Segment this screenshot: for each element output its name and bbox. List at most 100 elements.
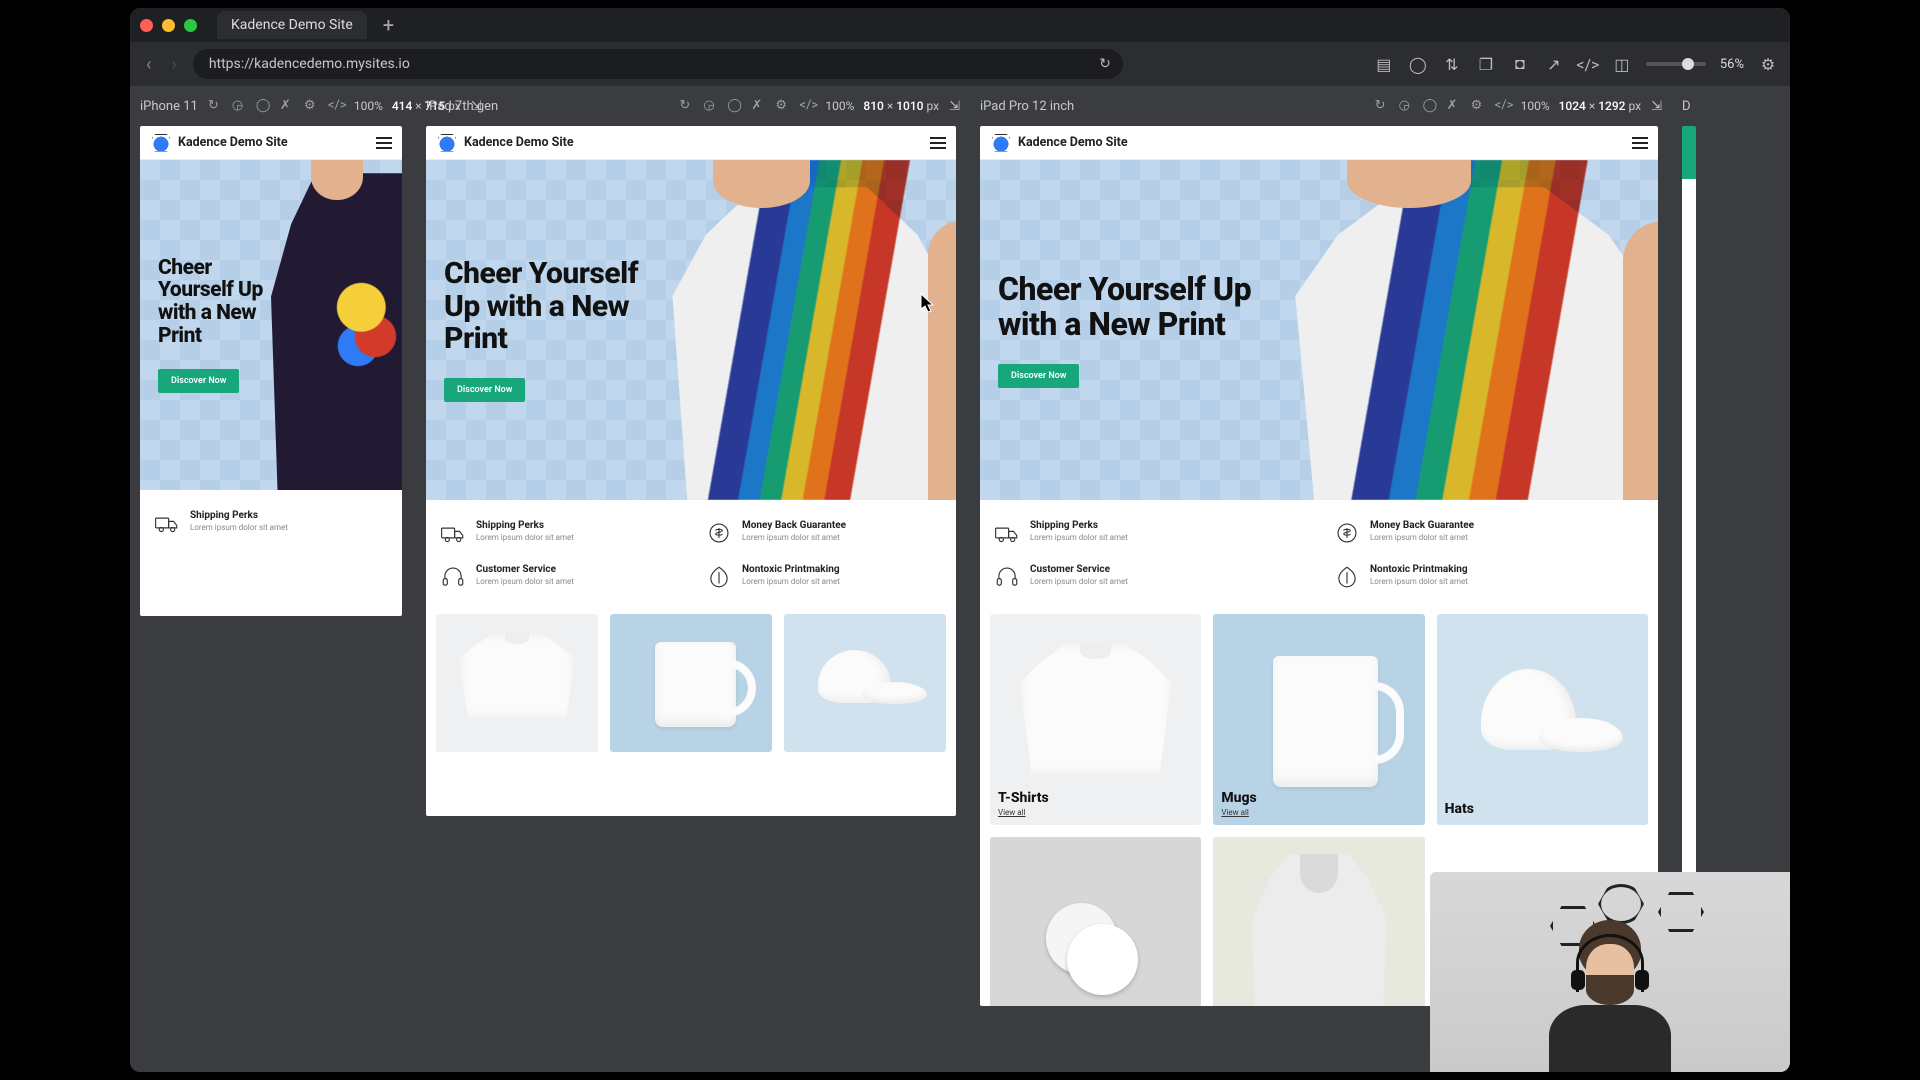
device-toolbar: iPad 7th gen ↻ ◶ ◯ ✗ ⚙ </> 100% 810 × 10… [416, 86, 970, 126]
device-tools: ↻ ◶ ◯ ✗ ⚙ </> [679, 98, 815, 114]
view-all-link[interactable]: View all [998, 808, 1193, 817]
category-card[interactable] [784, 614, 946, 752]
tune-icon[interactable]: ⚙ [1471, 98, 1487, 114]
crop-icon[interactable]: ✗ [280, 98, 296, 114]
sync-icon[interactable]: ⇅ [1442, 54, 1462, 74]
category-card[interactable] [610, 614, 772, 752]
feature-subtitle: Lorem ipsum dolor sit amet [190, 523, 288, 532]
devtools-icon[interactable]: </> [799, 98, 815, 114]
layers-icon[interactable]: ❐ [1476, 54, 1496, 74]
tab-title: Kadence Demo Site [231, 17, 353, 33]
menu-button[interactable] [930, 137, 946, 149]
leaf-icon [1334, 564, 1360, 590]
hero-section: Cheer Yourself Up with a New Print Disco… [426, 160, 956, 500]
device-tools: ↻ ◶ ◯ ✗ ⚙ </> [208, 98, 344, 114]
toolbar-icons: ▤ ◯ ⇅ ❐ ◘ ↗ </> ◫ 56% ⚙ [1374, 54, 1778, 74]
device-name[interactable]: iPad Pro 12 inch [980, 99, 1074, 114]
feature-title: Money Back Guarantee [742, 520, 846, 531]
devtools-icon[interactable]: </> [328, 98, 344, 114]
mug-mockup-icon [655, 642, 736, 727]
feature-item: Shipping Perks Lorem ipsum dolor sit ame… [154, 504, 388, 542]
devtools-icon[interactable]: </> [1495, 98, 1511, 114]
feature-title: Shipping Perks [1030, 520, 1128, 531]
site-logo[interactable]: Kadence Demo Site [436, 132, 574, 154]
rotate-icon[interactable]: ↻ [679, 98, 695, 114]
screenshot-icon[interactable]: ◶ [703, 98, 719, 114]
zoom-label: 56% [1720, 57, 1744, 72]
device-tools: ↻ ◶ ◯ ✗ ⚙ </> [1375, 98, 1511, 114]
back-button[interactable]: ‹ [142, 54, 155, 75]
site-logo[interactable]: Kadence Demo Site [990, 132, 1128, 154]
camera-icon[interactable]: ◘ [1510, 54, 1530, 74]
site-name: Kadence Demo Site [464, 135, 574, 150]
image-icon[interactable]: ◯ [727, 98, 743, 114]
feature-subtitle: Lorem ipsum dolor sit amet [1370, 577, 1468, 586]
feature-item: Nontoxic Printmaking Lorem ipsum dolor s… [1334, 558, 1644, 596]
feature-subtitle: Lorem ipsum dolor sit amet [742, 577, 840, 586]
feature-subtitle: Lorem ipsum dolor sit amet [1370, 533, 1474, 542]
category-card[interactable] [1213, 837, 1424, 1006]
category-title: T-Shirts [998, 790, 1193, 806]
tune-icon[interactable]: ⚙ [775, 98, 791, 114]
screenshot-icon[interactable]: ◶ [232, 98, 248, 114]
expand-icon[interactable]: ⇲ [949, 99, 960, 114]
category-title: Mugs [1221, 790, 1416, 806]
feature-item: Shipping Perks Lorem ipsum dolor sit ame… [994, 514, 1304, 552]
device-name[interactable]: D [1682, 99, 1691, 114]
discover-now-button[interactable]: Discover Now [158, 369, 239, 393]
category-card[interactable] [990, 837, 1201, 1006]
image-icon[interactable]: ◯ [256, 98, 272, 114]
crop-icon[interactable]: ✗ [1447, 98, 1463, 114]
features-section: Shipping Perks Lorem ipsum dolor sit ame… [980, 500, 1658, 604]
viewport-ipad-7th-gen[interactable]: Kadence Demo Site Cheer Yourself Up with… [426, 126, 956, 816]
code-icon[interactable]: </> [1578, 54, 1598, 74]
responsive-icon[interactable]: ▤ [1374, 54, 1394, 74]
expand-icon[interactable]: ⇲ [1651, 99, 1662, 114]
site-logo[interactable]: Kadence Demo Site [150, 132, 288, 154]
browser-tab[interactable]: Kadence Demo Site [217, 11, 367, 39]
minimize-icon[interactable] [162, 19, 175, 32]
close-icon[interactable] [140, 19, 153, 32]
address-field[interactable]: https://kadencedemo.mysites.io ↻ [193, 49, 1123, 79]
category-card-mugs[interactable]: Mugs View all [1213, 614, 1424, 825]
maximize-icon[interactable] [184, 19, 197, 32]
share-icon[interactable]: ↗ [1544, 54, 1564, 74]
image-icon[interactable]: ◯ [1423, 98, 1439, 114]
rotate-icon[interactable]: ↻ [1375, 98, 1391, 114]
tune-icon[interactable]: ⚙ [304, 98, 320, 114]
logo-icon [436, 132, 458, 154]
settings-icon[interactable]: ⚙ [1758, 54, 1778, 74]
device-name[interactable]: iPad 7th gen [426, 99, 498, 114]
device-dimensions: 100% 1024 × 1292 px [1521, 99, 1641, 113]
new-tab-button[interactable]: + [377, 13, 400, 37]
menu-button[interactable] [1632, 137, 1648, 149]
panel-icon[interactable]: ◫ [1612, 54, 1632, 74]
rotate-icon[interactable]: ↻ [208, 98, 224, 114]
discover-now-button[interactable]: Discover Now [444, 378, 525, 402]
forward-button[interactable]: › [167, 54, 180, 75]
category-card[interactable] [436, 614, 598, 752]
category-card-hats[interactable]: Hats [1437, 614, 1648, 825]
category-card-tshirts[interactable]: T-Shirts View all [990, 614, 1201, 825]
crop-icon[interactable]: ✗ [751, 98, 767, 114]
refund-icon [706, 520, 732, 546]
filter-icon[interactable]: ◯ [1408, 54, 1428, 74]
browser-window: Kadence Demo Site + ‹ › https://kadenced… [130, 8, 1790, 1072]
discover-now-button[interactable]: Discover Now [998, 364, 1079, 388]
hat-mockup-icon [800, 650, 930, 716]
mug-mockup-icon [1273, 656, 1379, 787]
viewport-iphone-11[interactable]: Kadence Demo Site Cheer Yourself Up with… [140, 126, 402, 616]
device-toolbar: D [1672, 86, 1790, 126]
feature-title: Nontoxic Printmaking [742, 564, 840, 575]
feature-item: Nontoxic Printmaking Lorem ipsum dolor s… [706, 558, 942, 596]
reload-icon[interactable]: ↻ [1099, 56, 1111, 72]
menu-button[interactable] [376, 137, 392, 149]
tshirt-mockup-icon [459, 633, 576, 718]
zoom-slider[interactable] [1646, 62, 1706, 66]
device-dimensions: 100% 810 × 1010 px [825, 99, 939, 113]
screenshot-icon[interactable]: ◶ [1399, 98, 1415, 114]
view-all-link[interactable]: View all [1221, 808, 1416, 817]
site-header: Kadence Demo Site [140, 126, 402, 160]
feature-item: Money Back Guarantee Lorem ipsum dolor s… [1334, 514, 1644, 552]
device-name[interactable]: iPhone 11 [140, 99, 198, 114]
